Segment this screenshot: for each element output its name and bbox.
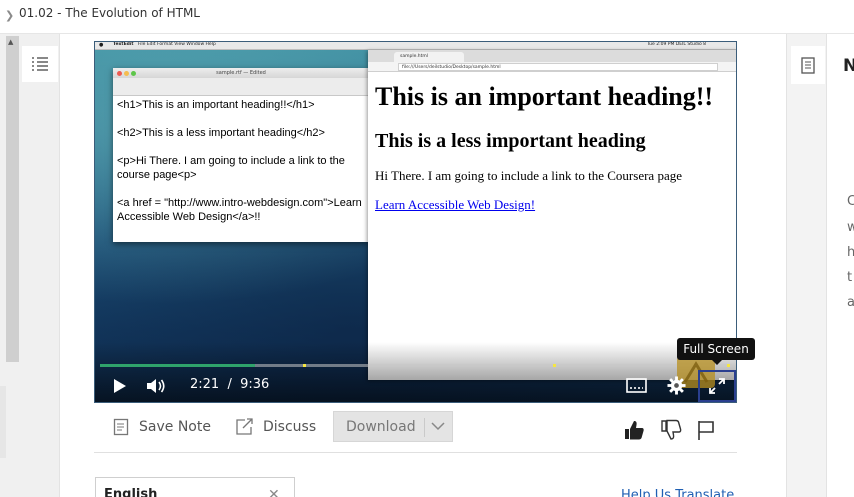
page-heading-2: This is a less important heading bbox=[375, 130, 646, 152]
chapter-marker[interactable] bbox=[303, 364, 306, 367]
help-translate-link[interactable]: Help Us Translate bbox=[621, 488, 734, 497]
notes-panel: N C w h t a bbox=[826, 34, 854, 497]
settings-gear-icon[interactable] bbox=[667, 376, 686, 395]
duration: 9:36 bbox=[240, 377, 270, 392]
breadcrumb: 01.02 - The Evolution of HTML bbox=[19, 6, 200, 20]
notes-panel-text: t bbox=[847, 270, 853, 285]
download-dropdown[interactable]: Download bbox=[333, 411, 453, 442]
progress-bar[interactable] bbox=[100, 364, 732, 367]
left-sidebar: ▲ bbox=[0, 34, 60, 497]
chapter-marker[interactable] bbox=[553, 364, 556, 367]
discuss-button[interactable]: Discuss bbox=[235, 416, 316, 438]
minimize-dot bbox=[124, 71, 129, 76]
chapter-marker[interactable] bbox=[727, 364, 730, 367]
note-icon bbox=[113, 418, 129, 436]
textedit-content: <h1>This is an important heading!!</h1> … bbox=[113, 96, 369, 240]
fullscreen-expand-icon bbox=[709, 378, 725, 394]
scrollbar[interactable] bbox=[6, 36, 19, 362]
language-label: English bbox=[104, 487, 158, 497]
external-share-icon bbox=[236, 418, 253, 435]
fullscreen-tooltip: Full Screen bbox=[677, 338, 755, 365]
discuss-label: Discuss bbox=[263, 419, 317, 435]
window-controls bbox=[117, 70, 138, 80]
download-label: Download bbox=[346, 419, 416, 435]
notes-panel-text: w bbox=[847, 220, 854, 235]
progress-fill bbox=[100, 364, 255, 367]
browser-tabbar: sample.html bbox=[368, 50, 736, 68]
code-line: <p>Hi There. I am going to include a lin… bbox=[117, 155, 345, 181]
mac-menu-items: File Edit Format View Window Help bbox=[137, 42, 216, 47]
notes-button[interactable] bbox=[791, 46, 825, 84]
play-icon[interactable] bbox=[111, 377, 129, 395]
mac-app-name: TextEdit bbox=[113, 42, 134, 47]
chevron-right-icon[interactable]: ❯ bbox=[5, 9, 14, 22]
code-line: <h1>This is an important heading!!</h1> bbox=[117, 99, 315, 111]
notes-panel-heading: N bbox=[843, 56, 854, 76]
notes-panel-text: C bbox=[847, 194, 854, 209]
thumbs-up-icon[interactable] bbox=[623, 419, 645, 441]
document-icon bbox=[801, 56, 815, 74]
volume-icon[interactable] bbox=[145, 377, 167, 395]
mac-menubar: ● TextEdit File Edit Format View Window … bbox=[95, 42, 736, 50]
top-bar: ❯ 01.02 - The Evolution of HTML bbox=[0, 0, 854, 34]
notes-panel-text: a bbox=[847, 295, 854, 310]
apple-icon: ● bbox=[99, 42, 104, 48]
code-line: <a href = "http://www.intro-webdesign.co… bbox=[117, 197, 362, 223]
page-heading-1: This is an important heading!! bbox=[375, 82, 714, 111]
code-line: <h2>This is a less important heading</h2… bbox=[117, 127, 325, 139]
textedit-window: sample.rtf — Edited <h1>This is an impor… bbox=[113, 68, 369, 242]
list-icon bbox=[32, 57, 48, 71]
notes-panel-text: h bbox=[847, 245, 854, 260]
mac-status: Tue 2:09 PM DEIL Studio 8 bbox=[647, 42, 706, 47]
video-player[interactable]: ● TextEdit File Edit Format View Window … bbox=[94, 41, 737, 403]
table-of-contents-button[interactable] bbox=[22, 46, 58, 82]
close-icon[interactable]: ✕ bbox=[268, 487, 280, 497]
right-gutter bbox=[786, 34, 826, 497]
textedit-title: sample.rtf — Edited bbox=[216, 70, 266, 76]
address-bar: file:///Users/deilstudio/Desktop/sample.… bbox=[398, 63, 718, 71]
close-dot bbox=[117, 71, 122, 76]
browser-tab: sample.html bbox=[394, 52, 464, 62]
browser-toolbar: file:///Users/deilstudio/Desktop/sample.… bbox=[368, 62, 736, 72]
mac-menus: TextEdit File Edit Format View Window He… bbox=[113, 42, 216, 47]
flag-icon[interactable] bbox=[696, 419, 716, 441]
fullscreen-button[interactable] bbox=[698, 370, 736, 402]
page-link: Learn Accessible Web Design! bbox=[375, 197, 536, 212]
page-paragraph: Hi There. I am going to include a link t… bbox=[375, 168, 682, 183]
dropdown-divider bbox=[424, 418, 425, 437]
browser-window: sample.html file:///Users/deilstudio/Des… bbox=[368, 50, 736, 380]
time-separator: / bbox=[227, 377, 232, 392]
save-note-label: Save Note bbox=[139, 419, 211, 435]
transcript-language-select[interactable]: English ✕ bbox=[95, 477, 295, 497]
chevron-down-icon[interactable] bbox=[431, 421, 445, 431]
thumbs-down-icon[interactable] bbox=[660, 419, 682, 441]
left-edge-tab[interactable] bbox=[0, 386, 6, 458]
captions-icon[interactable] bbox=[626, 378, 647, 394]
zoom-dot bbox=[131, 71, 136, 76]
textedit-toolbar bbox=[113, 78, 369, 96]
time-display: 2:21 / 9:36 bbox=[190, 377, 269, 392]
browser-content: This is an important heading!! This is a… bbox=[368, 72, 736, 214]
current-time: 2:21 bbox=[190, 377, 220, 392]
scroll-up-icon[interactable]: ▲ bbox=[8, 38, 13, 46]
save-note-button[interactable]: Save Note bbox=[113, 416, 211, 438]
divider bbox=[94, 452, 737, 453]
textedit-titlebar: sample.rtf — Edited bbox=[113, 68, 369, 78]
